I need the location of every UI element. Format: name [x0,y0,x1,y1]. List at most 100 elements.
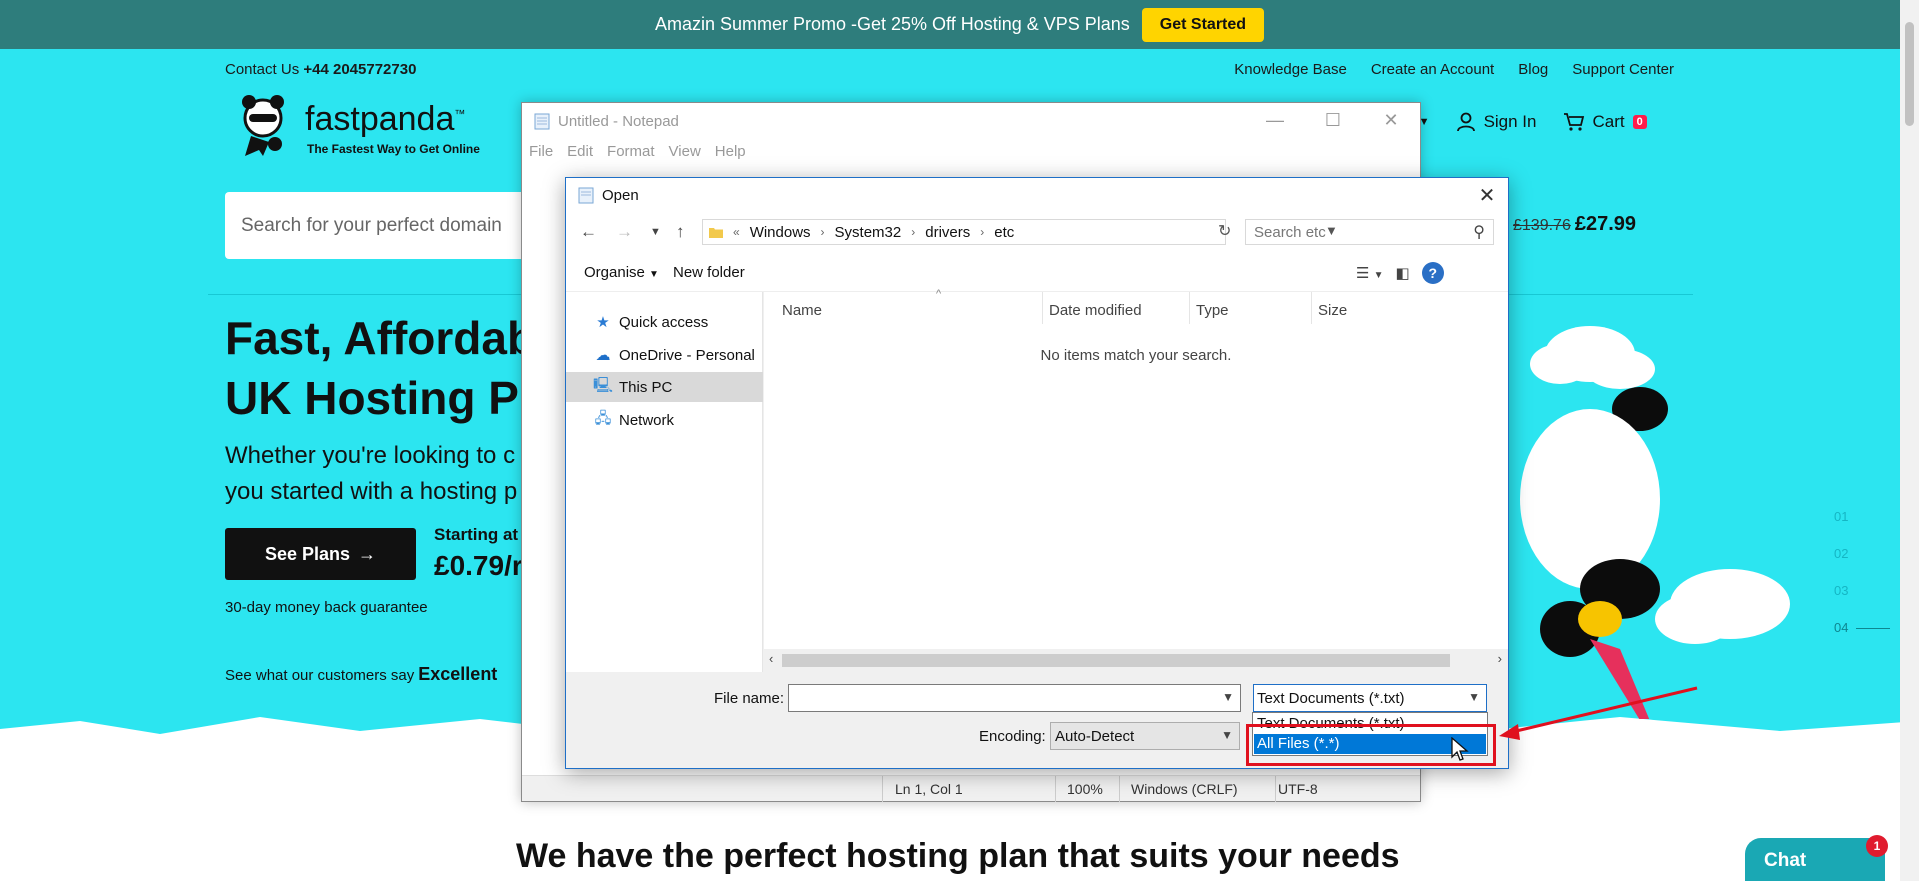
chevron-right-icon: › [820,225,825,239]
nav-network[interactable]: 🖧 Network [566,405,763,435]
column-type[interactable]: Type [1196,302,1229,319]
hero-illustration [1520,326,1790,719]
cart-link[interactable]: Cart 0 [1563,112,1647,132]
column-date-modified[interactable]: Date modified [1049,302,1142,319]
notepad-statusbar: Ln 1, Col 1 100% Windows (CRLF) UTF-8 [522,775,1420,802]
address-row: ← → ▼ ↑ « Windows › System32 › drivers ›… [566,212,1508,252]
slide-01[interactable]: 01 [1834,498,1890,535]
status-encoding: UTF-8 [1278,781,1318,797]
address-bar[interactable]: « Windows › System32 › drivers › etc ▼ [702,219,1338,245]
recent-locations-icon[interactable]: ▼ [650,226,661,238]
top-links: Knowledge Base Create an Account Blog Su… [1234,61,1674,78]
notepad-icon [578,187,594,204]
forward-arrow-icon[interactable]: → [616,222,633,242]
chevron-down-icon[interactable]: ▼ [1222,690,1234,704]
notepad-icon [534,113,550,130]
menu-format[interactable]: Format [607,143,655,160]
filename-label: File name: [714,690,785,707]
slide-02[interactable]: 02 [1834,535,1890,572]
breadcrumb-windows[interactable]: Windows [750,224,811,241]
organise-button[interactable]: Organise ▼ [584,264,659,281]
sort-ascending-icon: ^ [936,288,942,300]
breadcrumb-system32[interactable]: System32 [835,224,902,241]
logo-wordmark: fastpanda™ [305,100,466,138]
filename-field[interactable]: ▼ [788,684,1241,712]
guarantee-text: 30-day money back guarantee [225,599,428,616]
dialog-title: Open [602,186,639,204]
fastpanda-logo[interactable]: fastpanda™ The Fastest Way to Get Online [235,94,495,160]
chat-notification-badge: 1 [1866,835,1888,857]
up-arrow-icon[interactable]: ↑ [676,222,685,242]
link-knowledge-base[interactable]: Knowledge Base [1234,61,1347,78]
minimize-icon[interactable]: — [1246,103,1304,137]
cart-label: Cart [1592,112,1625,131]
menu-help[interactable]: Help [715,143,746,160]
cart-count-badge: 0 [1632,115,1647,129]
back-arrow-icon[interactable]: ← [580,222,597,242]
computer-icon: 🖳 [593,376,614,394]
nav-quick-access[interactable]: ★ Quick access [566,307,763,337]
reviews-strip: See what our customers say Excellent [225,664,498,684]
horizontal-scrollbar[interactable]: ‹ › [764,649,1508,672]
link-blog[interactable]: Blog [1518,61,1548,78]
notepad-menubar: File Edit Format View Help [529,143,746,160]
slide-03[interactable]: 03 [1834,572,1890,609]
new-price: £27.99 [1574,213,1637,235]
close-icon[interactable]: ✕ [1474,182,1500,208]
contact-info: Contact Us +44 2045772730 [225,61,416,78]
chat-widget-button[interactable]: Chat 1 [1745,835,1888,881]
scroll-left-icon[interactable]: ‹ [769,651,773,666]
link-create-account[interactable]: Create an Account [1371,61,1494,78]
scrollbar-thumb[interactable] [1905,22,1914,126]
status-line-endings: Windows (CRLF) [1131,781,1238,797]
get-started-button[interactable]: Get Started [1141,7,1265,42]
maximize-icon[interactable]: ☐ [1304,103,1362,137]
chevron-down-icon[interactable]: ▼ [1221,728,1233,742]
scroll-right-icon[interactable]: › [1498,651,1502,666]
slide-04[interactable]: 04 [1834,609,1891,646]
scrollbar-thumb[interactable] [782,654,1450,667]
nav-this-pc[interactable]: 🖳 This PC [566,372,763,402]
link-support-center[interactable]: Support Center [1572,61,1674,78]
chevron-down-icon[interactable]: ▼ [1468,690,1480,704]
preview-pane-icon[interactable]: ◧ [1396,264,1410,282]
starting-label: Starting at [434,525,519,544]
new-folder-button[interactable]: New folder [673,264,745,281]
promo-text: Amazin Summer Promo -Get 25% Off Hosting… [654,14,1130,34]
search-icon: ⚲ [1473,224,1485,241]
breadcrumb-etc[interactable]: etc [994,224,1014,241]
chevron-right-icon: › [980,225,985,239]
refresh-icon[interactable]: ↻ [1218,221,1238,241]
file-type-select[interactable]: Text Documents (*.txt) ▼ [1253,684,1487,712]
search-input[interactable]: Search etc ⚲ [1245,219,1494,245]
see-plans-button[interactable]: See Plans → [225,528,416,580]
encoding-select[interactable]: Auto-Detect ▼ [1050,722,1240,750]
dialog-titlebar[interactable]: Open [566,178,1508,212]
sign-in-link[interactable]: Sign In [1456,112,1537,132]
cart-icon [1563,113,1584,131]
nav-onedrive[interactable]: ☁ OneDrive - Personal [566,340,763,370]
help-icon[interactable]: ? [1421,262,1444,284]
folder-icon [709,228,723,238]
view-options-icon[interactable]: ☰ ▼ [1356,264,1384,282]
hero-headline: Fast, Affordab UK Hosting P [225,312,536,424]
file-list: ^ Name Date modified Type Size No items … [764,288,1508,649]
column-name[interactable]: Name [782,302,822,319]
breadcrumb-overflow[interactable]: « [733,225,740,239]
menu-file[interactable]: File [529,143,553,160]
column-size[interactable]: Size [1318,302,1347,319]
close-icon[interactable]: ✕ [1362,103,1420,137]
reviews-rating: Excellent [418,664,498,684]
mouse-cursor-icon [1451,737,1469,761]
logo-tagline: The Fastest Way to Get Online [307,142,480,156]
arrow-right-icon: → [358,543,377,564]
panda-logo-icon [242,95,284,156]
contact-phone[interactable]: +44 2045772730 [303,61,416,78]
menu-edit[interactable]: Edit [567,143,593,160]
breadcrumb-drivers[interactable]: drivers [925,224,970,241]
page-scrollbar[interactable] [1900,0,1919,881]
header-actions: t▼ Sign In Cart 0 [1405,112,1647,132]
menu-view[interactable]: View [669,143,701,160]
domain-search-input[interactable]: Search for your perfect domain [225,192,545,259]
navigation-pane: ★ Quick access ☁ OneDrive - Personal 🖳 This… [566,292,763,672]
